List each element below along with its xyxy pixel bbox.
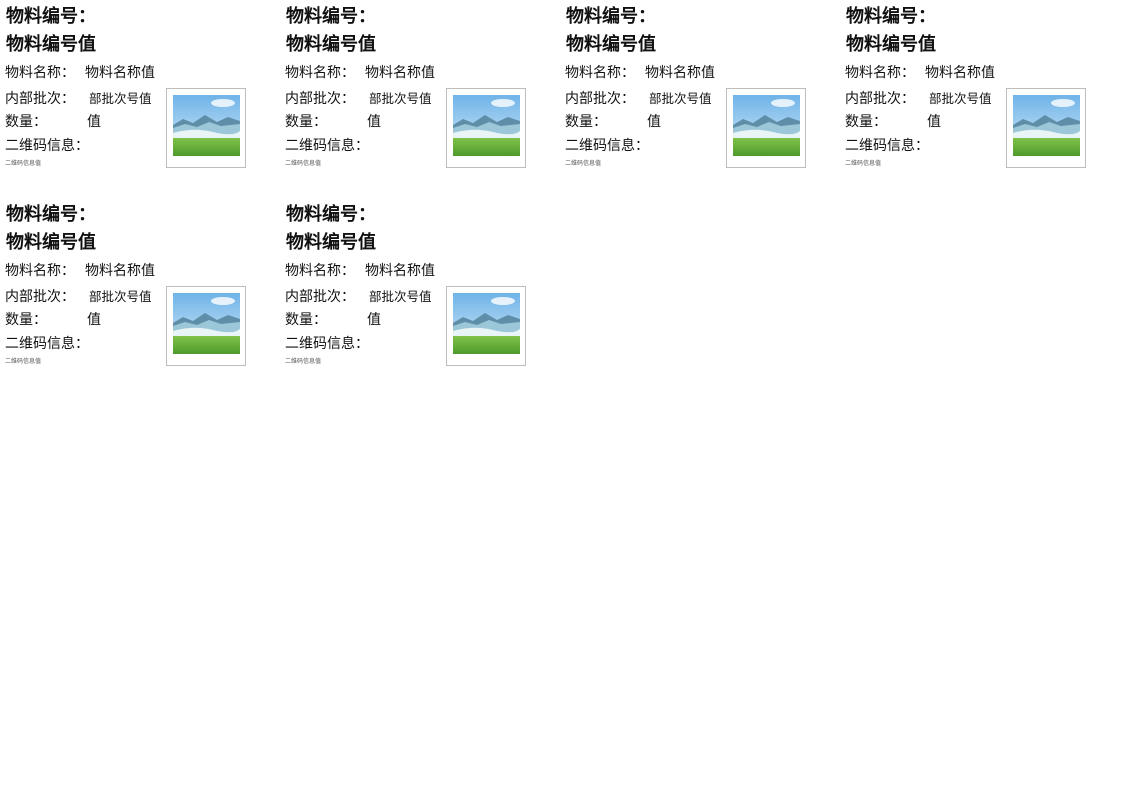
qr-info-value: 二维码信息值	[285, 160, 322, 167]
material-label-card: 物料编号： 物料编号值 物料名称： 物料名称值 内部批次： 部批次号值 数量： …	[5, 202, 275, 382]
quantity-label: 数量：	[285, 114, 327, 130]
qr-info-value: 二维码信息值	[565, 160, 602, 167]
quantity-label: 数量：	[845, 114, 887, 130]
qr-info-value: 二维码信息值	[5, 160, 42, 167]
material-name-label: 物料名称：	[5, 65, 75, 81]
quantity-value: 数量值	[87, 114, 101, 130]
image-frame	[1006, 88, 1086, 168]
material-name-label: 物料名称：	[565, 65, 635, 81]
image-frame	[446, 88, 526, 168]
material-code-caption: 物料编号：	[6, 6, 96, 27]
internal-lot-label: 内部批次：	[565, 91, 635, 107]
material-name-value: 物料名称值	[85, 65, 155, 81]
quantity-value: 数量值	[367, 114, 381, 130]
material-name-value: 物料名称值	[85, 263, 155, 279]
internal-lot-label: 内部批次：	[5, 91, 75, 107]
internal-lot-label: 内部批次：	[5, 289, 75, 305]
quantity-label: 数量：	[285, 312, 327, 328]
material-label-card: 物料编号： 物料编号值 物料名称： 物料名称值 内部批次： 部批次号值 数量： …	[845, 4, 1115, 184]
material-code-caption: 物料编号：	[6, 204, 96, 225]
quantity-value: 数量值	[87, 312, 101, 328]
material-code-value: 物料编号值	[846, 34, 936, 55]
internal-lot-label: 内部批次：	[845, 91, 915, 107]
image-frame	[166, 88, 246, 168]
landscape-image-icon	[173, 95, 240, 156]
internal-lot-value: 部批次号值	[369, 91, 432, 106]
qr-info-label: 二维码信息：	[5, 336, 89, 352]
qr-info-value: 二维码信息值	[5, 358, 42, 365]
material-label-card: 物料编号： 物料编号值 物料名称： 物料名称值 内部批次： 部批次号值 数量： …	[285, 202, 555, 382]
landscape-image-icon	[733, 95, 800, 156]
internal-lot-label: 内部批次：	[285, 289, 355, 305]
image-frame	[446, 286, 526, 366]
material-name-value: 物料名称值	[645, 65, 715, 81]
internal-lot-value: 部批次号值	[369, 289, 432, 304]
qr-info-label: 二维码信息：	[285, 138, 369, 154]
internal-lot-value: 部批次号值	[929, 91, 992, 106]
material-name-value: 物料名称值	[365, 65, 435, 81]
material-code-value: 物料编号值	[286, 34, 376, 55]
material-label-card: 物料编号： 物料编号值 物料名称： 物料名称值 内部批次： 部批次号值 数量： …	[5, 4, 275, 184]
material-label-card: 物料编号： 物料编号值 物料名称： 物料名称值 内部批次： 部批次号值 数量： …	[285, 4, 555, 184]
image-frame	[166, 286, 246, 366]
qr-info-label: 二维码信息：	[845, 138, 929, 154]
material-code-caption: 物料编号：	[566, 6, 656, 27]
material-code-value: 物料编号值	[6, 34, 96, 55]
internal-lot-value: 部批次号值	[89, 289, 152, 304]
material-code-caption: 物料编号：	[286, 204, 376, 225]
qr-info-value: 二维码信息值	[285, 358, 322, 365]
landscape-image-icon	[1013, 95, 1080, 156]
internal-lot-value: 部批次号值	[649, 91, 712, 106]
quantity-label: 数量：	[565, 114, 607, 130]
internal-lot-value: 部批次号值	[89, 91, 152, 106]
qr-info-label: 二维码信息：	[565, 138, 649, 154]
material-name-value: 物料名称值	[365, 263, 435, 279]
landscape-image-icon	[173, 293, 240, 354]
quantity-value: 数量值	[647, 114, 661, 130]
material-code-value: 物料编号值	[286, 232, 376, 253]
landscape-image-icon	[453, 293, 520, 354]
quantity-label: 数量：	[5, 114, 47, 130]
quantity-value: 数量值	[367, 312, 381, 328]
material-label-card: 物料编号： 物料编号值 物料名称： 物料名称值 内部批次： 部批次号值 数量： …	[565, 4, 835, 184]
material-name-label: 物料名称：	[285, 263, 355, 279]
material-name-label: 物料名称：	[285, 65, 355, 81]
quantity-value: 数量值	[927, 114, 941, 130]
landscape-image-icon	[453, 95, 520, 156]
material-code-caption: 物料编号：	[286, 6, 376, 27]
image-frame	[726, 88, 806, 168]
material-name-label: 物料名称：	[5, 263, 75, 279]
qr-info-label: 二维码信息：	[285, 336, 369, 352]
qr-info-label: 二维码信息：	[5, 138, 89, 154]
material-code-caption: 物料编号：	[846, 6, 936, 27]
material-code-value: 物料编号值	[6, 232, 96, 253]
qr-info-value: 二维码信息值	[845, 160, 882, 167]
material-code-value: 物料编号值	[566, 34, 656, 55]
internal-lot-label: 内部批次：	[285, 91, 355, 107]
material-name-value: 物料名称值	[925, 65, 995, 81]
material-name-label: 物料名称：	[845, 65, 915, 81]
quantity-label: 数量：	[5, 312, 47, 328]
